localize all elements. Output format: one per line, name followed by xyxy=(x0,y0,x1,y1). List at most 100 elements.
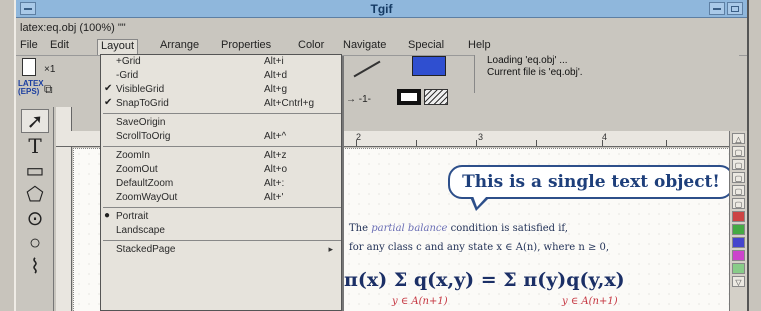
text-segment: The xyxy=(349,223,369,234)
menu-item-label: ZoomIn xyxy=(116,150,150,161)
menu-item-landscape[interactable]: Landscape xyxy=(101,225,341,238)
bubble-text: This is a single text object! xyxy=(462,172,720,192)
window-title: Tgif xyxy=(370,2,393,16)
circle-tool-icon[interactable]: ○ xyxy=(21,231,49,255)
menu-item-plus-grid[interactable]: +Grid Alt+i xyxy=(101,56,341,69)
menu-help[interactable]: Help xyxy=(468,39,491,51)
new-page-icon[interactable] xyxy=(22,58,36,76)
menu-file[interactable]: File xyxy=(20,39,38,51)
menu-item-stacked-page[interactable]: StackedPage ▸ xyxy=(101,244,341,257)
color-icon[interactable] xyxy=(732,224,745,235)
page-icon[interactable]: ▢ xyxy=(732,198,745,209)
rectangle-tool-icon[interactable]: ▭ xyxy=(21,159,49,183)
menu-item-label: StackedPage xyxy=(116,244,176,255)
menu-item-accelerator: Alt+d xyxy=(264,70,288,81)
double-page-icon[interactable]: ×1 xyxy=(44,64,55,75)
menu-item-accelerator: Alt+: xyxy=(264,178,285,189)
text-line-2[interactable]: for any class c and any state x ∈ A(n), … xyxy=(349,242,609,253)
submenu-arrow-icon: ▸ xyxy=(328,244,333,254)
menu-item-accelerator: Alt+z xyxy=(264,150,287,161)
color-icon[interactable] xyxy=(732,237,745,248)
menu-layout[interactable]: Layout xyxy=(97,39,139,55)
menu-item-label: ZoomOut xyxy=(116,164,158,175)
menu-item-visible-grid[interactable]: ✔ VisibleGrid Alt+g xyxy=(101,83,341,97)
menu-item-snap-to-grid[interactable]: ✔ SnapToGrid Alt+Cntrl+g xyxy=(101,97,341,111)
equation[interactable]: π(x) Σ q(x,y) = Σ π(y)q(y,x) xyxy=(344,269,625,291)
radio-dot: ● xyxy=(104,210,111,221)
menu-item-portrait[interactable]: ● Portrait xyxy=(101,210,341,224)
menu-navigate[interactable]: Navigate xyxy=(343,39,386,51)
menu-separator xyxy=(103,240,341,241)
menu-item-accelerator: Alt+g xyxy=(264,84,288,95)
sum-subscript-left: y ∈ A(n+1) xyxy=(392,296,448,307)
speech-bubble[interactable]: This is a single text object! xyxy=(448,165,732,199)
menu-bar: File Edit Layout Arrange Properties Colo… xyxy=(16,38,747,55)
polygon-tool-icon[interactable]: ⬠ xyxy=(21,183,49,207)
text-italic-segment: partial balance xyxy=(371,223,448,234)
menu-item-label: +Grid xyxy=(116,56,141,67)
text-line-1[interactable]: The partial balance condition is satisfi… xyxy=(349,223,568,234)
menu-item-zoom-way-out[interactable]: ZoomWayOut Alt+' xyxy=(101,192,341,205)
title-bar: Tgif xyxy=(16,0,747,18)
scroll-down-icon[interactable]: ▽ xyxy=(732,276,745,287)
check-mark: ✔ xyxy=(104,83,113,94)
color-icon[interactable] xyxy=(732,211,745,222)
menu-item-accelerator: Alt+Cntrl+g xyxy=(264,98,315,109)
ruler-number: 3 xyxy=(478,132,484,142)
pen-pattern-swatch[interactable] xyxy=(397,89,421,105)
status-line-1: Loading 'eq.obj' ... xyxy=(487,55,568,66)
layout-menu-dropdown: +Grid Alt+i -Grid Alt+d ✔ VisibleGrid Al… xyxy=(100,54,342,311)
page-icon[interactable]: ▢ xyxy=(732,146,745,157)
line-style-icon[interactable] xyxy=(353,60,381,78)
menu-item-zoom-out[interactable]: ZoomOut Alt+o xyxy=(101,164,341,177)
menu-item-label: Portrait xyxy=(116,211,149,222)
color-icon[interactable] xyxy=(732,263,745,274)
file-status-line: latex:eq.obj (100%) "" xyxy=(20,22,126,34)
polyline-tool-icon[interactable]: ⌇ xyxy=(21,255,49,279)
page-icon[interactable]: ▢ xyxy=(732,185,745,196)
text-tool-icon[interactable]: T xyxy=(21,134,49,158)
sum-subscript-right: y ∈ A(n+1) xyxy=(562,296,618,307)
menu-special[interactable]: Special xyxy=(408,39,444,51)
menu-item-default-zoom[interactable]: DefaultZoom Alt+: xyxy=(101,178,341,191)
menu-item-label: ScrollToOrig xyxy=(116,131,171,142)
menu-item-label: DefaultZoom xyxy=(116,178,174,189)
menu-item-minus-grid[interactable]: -Grid Alt+d xyxy=(101,70,341,83)
menu-properties[interactable]: Properties xyxy=(221,39,271,51)
menu-separator xyxy=(103,207,341,208)
minimize-button[interactable] xyxy=(709,2,725,15)
maximize-button[interactable] xyxy=(727,2,743,15)
hatch-pattern-swatch[interactable] xyxy=(424,89,448,105)
scroll-up-icon[interactable]: △ xyxy=(732,133,745,144)
tgif-window: Tgif latex:eq.obj (100%) "" File Edit La… xyxy=(14,0,749,311)
latex-eps-label: LATEX (EPS) xyxy=(18,79,44,96)
text-segment: condition is satisfied if, xyxy=(450,223,568,234)
oval-center-tool-icon[interactable]: ⊙ xyxy=(21,207,49,231)
menu-item-zoom-in[interactable]: ZoomIn Alt+z xyxy=(101,150,341,163)
page-icon[interactable]: ▢ xyxy=(732,172,745,183)
select-tool-icon[interactable]: ➚ xyxy=(21,109,49,133)
menu-separator xyxy=(103,146,341,147)
menu-item-accelerator: Alt+i xyxy=(264,56,284,67)
menu-item-label: -Grid xyxy=(116,70,139,81)
page-icon[interactable]: ▢ xyxy=(732,159,745,170)
arrow-style-icon[interactable]: → -1- xyxy=(346,94,371,105)
menu-edit[interactable]: Edit xyxy=(50,39,69,51)
tool-panel: ➚ T ▭ ⬠ ⊙ ○ ⌇ xyxy=(16,107,54,311)
color-icon[interactable] xyxy=(732,250,745,261)
menu-item-label: VisibleGrid xyxy=(116,84,165,95)
bubble-tail-inner xyxy=(473,196,487,207)
menu-item-save-origin[interactable]: SaveOrigin xyxy=(101,117,341,130)
status-line-2: Current file is 'eq.obj'. xyxy=(487,67,583,78)
check-mark: ✔ xyxy=(104,97,113,108)
fill-color-swatch[interactable] xyxy=(412,56,446,76)
menu-item-accelerator: Alt+^ xyxy=(264,131,287,142)
menu-item-label: Landscape xyxy=(116,225,165,236)
menu-item-label: SnapToGrid xyxy=(116,98,169,109)
menu-color[interactable]: Color xyxy=(298,39,324,51)
menu-item-scroll-to-orig[interactable]: ScrollToOrig Alt+^ xyxy=(101,131,341,144)
menu-arrange[interactable]: Arrange xyxy=(160,39,199,51)
copy-icon[interactable]: ⧉ xyxy=(44,82,53,97)
status-messages: Loading 'eq.obj' ... Current file is 'eq… xyxy=(474,55,739,93)
menu-separator xyxy=(103,113,341,114)
